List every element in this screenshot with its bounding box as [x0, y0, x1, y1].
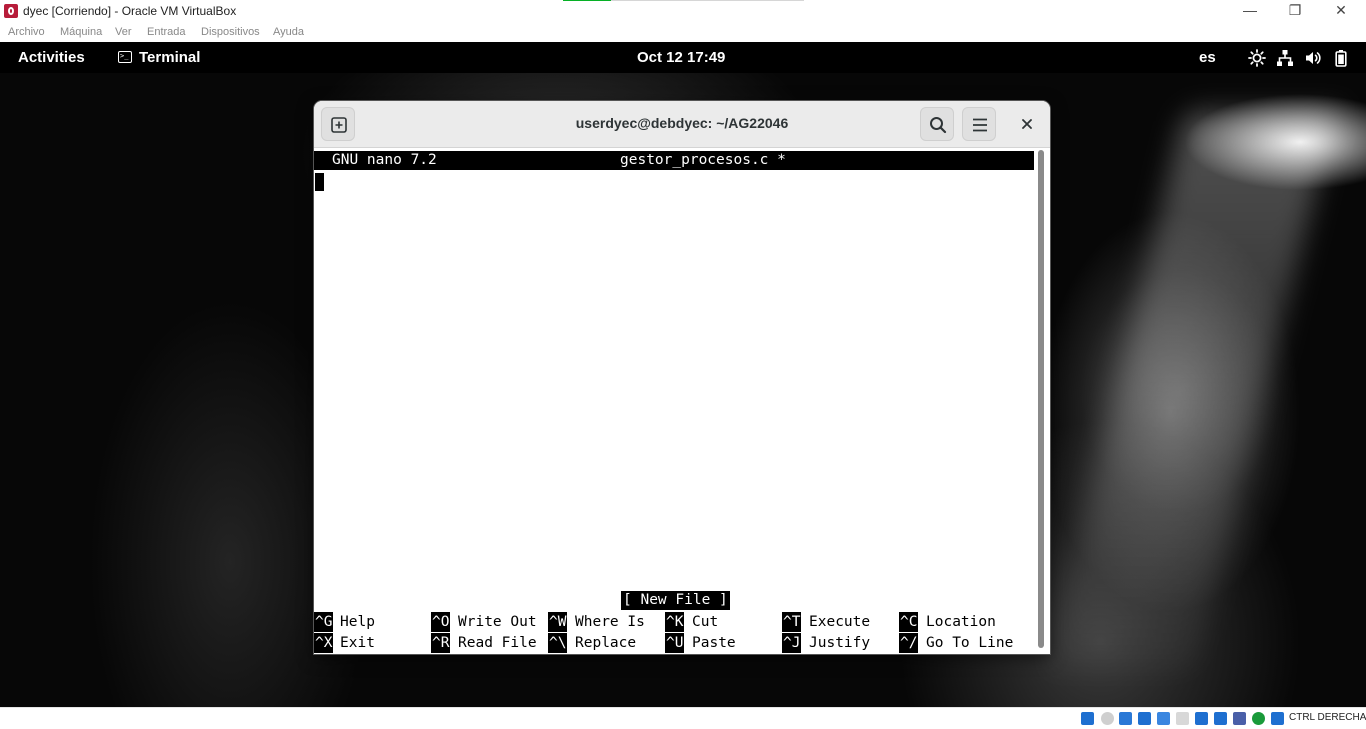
search-icon [930, 117, 947, 134]
restore-button[interactable]: ❐ [1272, 0, 1318, 23]
virtualbox-app-icon [4, 4, 18, 18]
menu-ayuda[interactable]: Ayuda [273, 26, 304, 38]
shortcut-key: ^G [314, 612, 334, 632]
nano-title-bar: GNU nano 7.2 gestor_procesos.c * [314, 151, 1034, 170]
menu-entrada[interactable]: Entrada [147, 26, 186, 38]
video-capture-icon[interactable] [1214, 712, 1227, 725]
battery-icon[interactable] [1332, 49, 1350, 67]
shortcut-key: ^/ [899, 633, 919, 653]
guest-desktop: Activities Terminal Oct 12 17:49 es [0, 42, 1366, 707]
scrollbar-thumb[interactable] [1038, 150, 1044, 648]
search-button[interactable] [920, 107, 954, 141]
shortcut-key: ^T [782, 612, 802, 632]
nano-editor[interactable]: GNU nano 7.2 gestor_procesos.c * [ New F… [314, 148, 1050, 654]
shortcut-paste: Paste [692, 635, 736, 651]
shortcut-where-is: Where Is [575, 614, 645, 630]
host-key-label: CTRL DERECHA [1289, 712, 1366, 723]
shortcut-exit: Exit [340, 635, 375, 651]
terminal-window[interactable]: userdyec@debdyec: ~/AG22046 GNU nano 7.2… [314, 101, 1050, 654]
arrow-icon[interactable] [1271, 712, 1284, 725]
recording-icon[interactable] [1233, 712, 1246, 725]
shortcut-read-file: Read File [458, 635, 537, 651]
host-menubar: Archivo Máquina Ver Entrada Dispositivos… [0, 23, 1366, 42]
network-adapter-icon[interactable] [1138, 712, 1151, 725]
shortcut-key: ^\ [548, 633, 568, 653]
text-cursor [315, 173, 324, 191]
virtualization-icon[interactable] [1252, 712, 1265, 725]
keyboard-layout-indicator[interactable]: es [1199, 49, 1216, 66]
shortcut-key: ^K [665, 612, 685, 632]
wallpaper-light-beam [1045, 112, 1335, 672]
close-terminal-button[interactable] [1010, 107, 1044, 141]
audio-icon[interactable] [1119, 712, 1132, 725]
menu-button[interactable] [962, 107, 996, 141]
terminal-icon [118, 51, 132, 63]
nano-status-message: [ New File ] [621, 591, 730, 610]
host-titlebar: dyec [Corriendo] - Oracle VM VirtualBox … [0, 0, 1366, 23]
shortcut-key: ^W [548, 612, 568, 632]
volume-icon[interactable] [1304, 49, 1322, 67]
gnome-topbar: Activities Terminal Oct 12 17:49 es [0, 42, 1366, 73]
shortcut-key: ^U [665, 633, 685, 653]
optical-drive-icon[interactable] [1101, 712, 1114, 725]
minimize-button[interactable]: — [1227, 0, 1273, 23]
usb-icon[interactable] [1157, 712, 1170, 725]
shortcut-go-to-line: Go To Line [926, 635, 1014, 651]
shortcut-location: Location [926, 614, 996, 630]
clock[interactable]: Oct 12 17:49 [637, 49, 725, 66]
shortcut-key: ^C [899, 612, 919, 632]
terminal-headerbar[interactable]: userdyec@debdyec: ~/AG22046 [314, 101, 1050, 148]
shortcut-key: ^X [314, 633, 334, 653]
host-window-title: dyec [Corriendo] - Oracle VM VirtualBox [23, 4, 237, 18]
display-icon[interactable] [1195, 712, 1208, 725]
shared-folders-icon[interactable] [1176, 712, 1189, 725]
menu-ver[interactable]: Ver [115, 26, 132, 38]
hamburger-menu-icon [973, 118, 987, 132]
brightness-icon[interactable] [1248, 49, 1266, 67]
host-statusbar: CTRL DERECHA [0, 707, 1366, 729]
host-progress-bar [563, 0, 804, 1]
shortcut-replace: Replace [575, 635, 637, 651]
app-menu-label: Terminal [139, 49, 201, 66]
nano-version: GNU nano 7.2 [332, 152, 437, 168]
terminal-scrollbar[interactable] [1036, 150, 1045, 652]
network-icon[interactable] [1276, 49, 1294, 67]
menu-dispositivos[interactable]: Dispositivos [201, 26, 260, 38]
shortcut-justify: Justify [809, 635, 871, 651]
shortcut-execute: Execute [809, 614, 871, 630]
shortcut-key: ^O [431, 612, 451, 632]
shortcut-key: ^J [782, 633, 802, 653]
shortcut-key: ^R [431, 633, 451, 653]
activities-button[interactable]: Activities [18, 49, 85, 66]
hard-disk-icon[interactable] [1081, 712, 1094, 725]
menu-archivo[interactable]: Archivo [8, 26, 45, 38]
close-window-button[interactable]: ✕ [1318, 0, 1364, 23]
shortcut-write-out: Write Out [458, 614, 537, 630]
shortcut-help: Help [340, 614, 375, 630]
close-icon [1022, 119, 1032, 129]
menu-maquina[interactable]: Máquina [60, 26, 102, 38]
nano-filename: gestor_procesos.c * [620, 152, 786, 168]
shortcut-cut: Cut [692, 614, 719, 630]
host-progress-fill [563, 0, 612, 1]
